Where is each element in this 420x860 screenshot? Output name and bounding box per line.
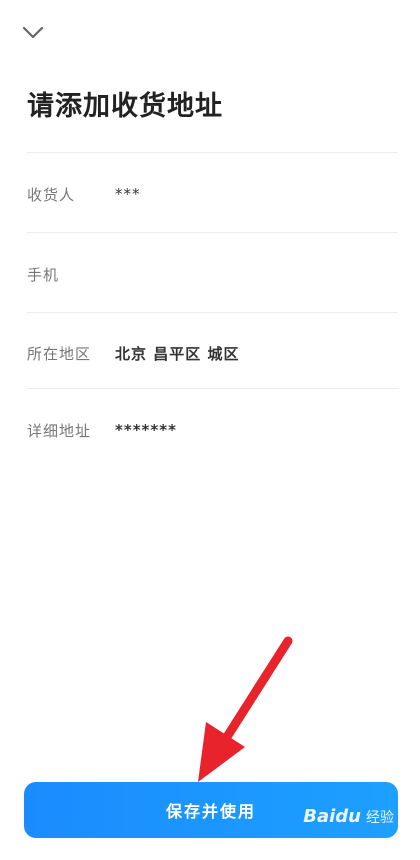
detail-address-field[interactable]: 详细地址 ******* [27,408,398,452]
region-value[interactable]: 北京 昌平区 城区 [115,343,239,364]
divider [27,312,398,313]
recipient-label: 收货人 [27,185,76,204]
phone-field[interactable]: 手机 [27,252,398,296]
save-and-use-button[interactable]: 保存并使用 [24,782,398,838]
detail-address-value[interactable]: ******* [115,421,177,439]
recipient-field[interactable]: 收货人 *** [27,172,398,216]
region-field[interactable]: 所在地区 北京 昌平区 城区 [27,331,398,375]
page-title: 请添加收货地址 [27,91,223,122]
recipient-value[interactable]: *** [115,185,141,203]
divider [27,232,398,233]
save-and-use-label: 保存并使用 [165,802,256,821]
phone-label: 手机 [27,265,60,284]
divider [27,152,398,153]
divider [27,388,398,389]
region-label: 所在地区 [27,344,92,363]
collapse-button[interactable] [18,20,48,46]
detail-address-label: 详细地址 [27,421,92,440]
chevron-down-icon [22,26,44,39]
